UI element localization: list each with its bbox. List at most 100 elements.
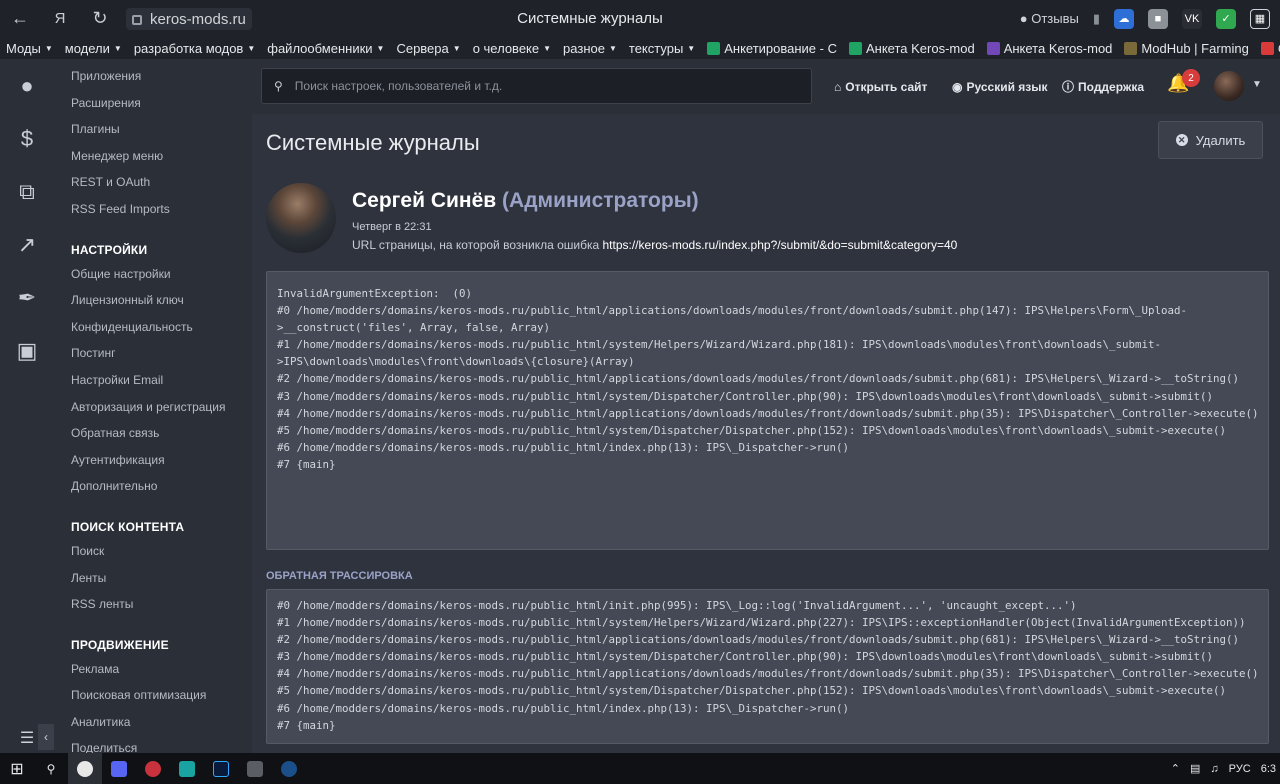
bookmark-item[interactable]: модели ▼ [59,41,128,56]
log-message-box[interactable]: InvalidArgumentException: (0) #0 /home/m… [266,271,1269,550]
bookmark-item[interactable]: разработка модов ▼ [128,41,261,56]
sidebar-item[interactable]: Аналитика [54,709,252,736]
sidebar-item[interactable]: Обратная связь [54,420,252,447]
bookmark-label: Анкета Keros-mod [865,40,975,56]
sidebar-item[interactable]: Плагины [54,116,252,143]
bookmark-label: Сервера [396,40,449,56]
bookmark-item[interactable]: о человеке ▼ [467,41,557,56]
close-circle-icon: ✕ [1175,134,1188,146]
copy-icon[interactable]: ⧉ [0,165,54,218]
sidebar-item[interactable]: Приложения [54,63,252,90]
sidebar-item[interactable]: RSS ленты [54,591,252,618]
caret-down-icon: ▼ [608,43,617,53]
keyboard-language[interactable]: РУС [1229,763,1251,775]
bookmark-item[interactable]: Анкетирование - С [701,41,843,56]
user-avatar[interactable] [1214,71,1244,101]
yandex-browser-icon[interactable] [68,753,102,784]
vk-extension-icon[interactable]: VK [1182,8,1202,29]
bookmark-item[interactable]: разное ▼ [557,41,623,56]
basket-icon[interactable]: ▣ [0,324,54,377]
sidebar-item[interactable]: Конфиденциальность [54,314,252,341]
acp-topbar: ⚲ ⌂ Открыть сайт ◉ Русский язык ⓘ Поддер… [252,59,1280,114]
dollar-icon[interactable]: $ [0,112,54,165]
author-heading: Сергей Синёв (Администраторы) [352,189,699,213]
caret-down-icon: ▼ [376,43,385,53]
volume-icon[interactable]: ♫ [1210,763,1218,775]
network-icon[interactable]: ▤ [1190,762,1200,775]
photoshop-icon[interactable] [204,753,238,784]
bookmark-item[interactable]: Моды ▼ [0,41,59,56]
sidebar-item[interactable]: Реклама [54,656,252,683]
author-avatar[interactable] [266,183,336,253]
brush-icon[interactable]: ✒ [0,271,54,324]
backtrace-box[interactable]: #0 /home/modders/domains/keros-mods.ru/p… [266,589,1269,744]
search-box[interactable]: ⚲ [261,68,812,104]
error-url-link[interactable]: https://keros-mods.ru/index.php?/submit/… [603,238,958,252]
sidebar-item[interactable]: REST и OAuth [54,169,252,196]
bookmark-item[interactable]: Сервера ▼ [390,41,466,56]
app-teal-icon[interactable] [170,753,204,784]
search-taskbar-icon[interactable]: ⚲ [34,753,68,784]
sidebar-item[interactable]: Менеджер меню [54,143,252,170]
extensions-icon[interactable]: ▦ [1250,8,1270,29]
sidebar-item[interactable]: Общие настройки [54,261,252,288]
steam-icon[interactable] [272,753,306,784]
sidebar-item[interactable]: Постинг [54,340,252,367]
sidebar-item[interactable]: Расширения [54,90,252,117]
reload-icon[interactable]: ↻ [80,0,120,37]
error-url-label: URL страницы, на которой возникла ошибка [352,238,600,252]
bookmark-icon[interactable]: ▮ [1093,11,1100,27]
sidebar-item[interactable]: Аутентификация [54,447,252,474]
bookmark-label: модели [64,40,110,56]
discord-icon[interactable] [102,753,136,784]
open-site-link[interactable]: ⌂ Открыть сайт [834,59,927,114]
profile-extension-icon[interactable]: ■ [1148,8,1168,29]
app-red-icon[interactable] [136,753,170,784]
bookmark-favicon-icon [707,41,721,55]
page-title: Системные журналы [266,130,480,155]
bookmark-item[interactable]: Список [1255,41,1280,56]
caret-down-icon: ▼ [113,43,122,53]
sidebar-item[interactable]: Поиск [54,538,252,565]
bookmark-favicon-icon [1124,41,1138,55]
bookmarks-bar: Моды ▼ модели ▼ разработка модов ▼ файлообменн… [0,37,1280,59]
author-group: (Администраторы) [502,189,699,212]
bookmark-item[interactable]: Анкета Keros-mod [981,41,1119,56]
address-url: keros-mods.ru [150,10,246,28]
clock[interactable]: 6:3 [1261,763,1276,775]
bookmark-item[interactable]: текстуры ▼ [623,41,701,56]
sidebar-item[interactable]: Настройки Email [54,367,252,394]
sidebar-item[interactable]: Авторизация и регистрация [54,394,252,421]
chevron-down-icon[interactable]: ▼ [1252,79,1262,90]
bookmark-label: Анкетирование - С [724,40,837,56]
reviews-button[interactable]: ● Отзывы [1020,11,1079,26]
support-link[interactable]: ⓘ Поддержка [1062,59,1144,114]
sidebar-item[interactable]: RSS Feed Imports [54,196,252,223]
language-link[interactable]: ◉ Русский язык [952,59,1048,114]
system-tray: ⌃ ▤ ♫ РУС 6:3 [1171,753,1280,784]
author-name[interactable]: Сергей Синёв [352,189,496,212]
windows-start-icon[interactable]: ⊞ [0,753,34,784]
yandex-icon[interactable]: Я [40,0,80,37]
back-arrow-icon[interactable]: ← [0,0,40,37]
tray-chevron-icon[interactable]: ⌃ [1171,762,1180,775]
sidebar-item[interactable]: Ленты [54,565,252,592]
bookmark-item[interactable]: файлообменники ▼ [261,41,390,56]
delete-button[interactable]: ✕ Удалить [1158,121,1263,159]
icon-rail: ● $ ⧉ ↗ ✒ ▣ [0,59,54,753]
sidebar-item[interactable]: Поделиться [54,735,252,753]
collapse-sidebar-button[interactable]: ‹ [38,724,54,750]
bookmark-item[interactable]: ModHub | Farming [1118,41,1254,56]
shield-extension-icon[interactable]: ✓ [1216,8,1236,29]
address-bar[interactable]: keros-mods.ru [126,8,252,30]
sidebar-item[interactable]: Поисковая оптимизация [54,682,252,709]
app-gray-icon[interactable] [238,753,272,784]
search-input[interactable] [294,79,775,93]
bookmark-item[interactable]: Анкета Keros-mod [843,41,981,56]
cloud-extension-icon[interactable]: ☁ [1114,8,1134,29]
sidebar-item[interactable]: Дополнительно [54,473,252,500]
chart-icon[interactable]: ↗ [0,218,54,271]
sidebar-item[interactable]: Лицензионный ключ [54,287,252,314]
sidebar-section-heading: НАСТРОЙКИ [71,242,148,257]
user-icon[interactable]: ● [0,59,54,112]
